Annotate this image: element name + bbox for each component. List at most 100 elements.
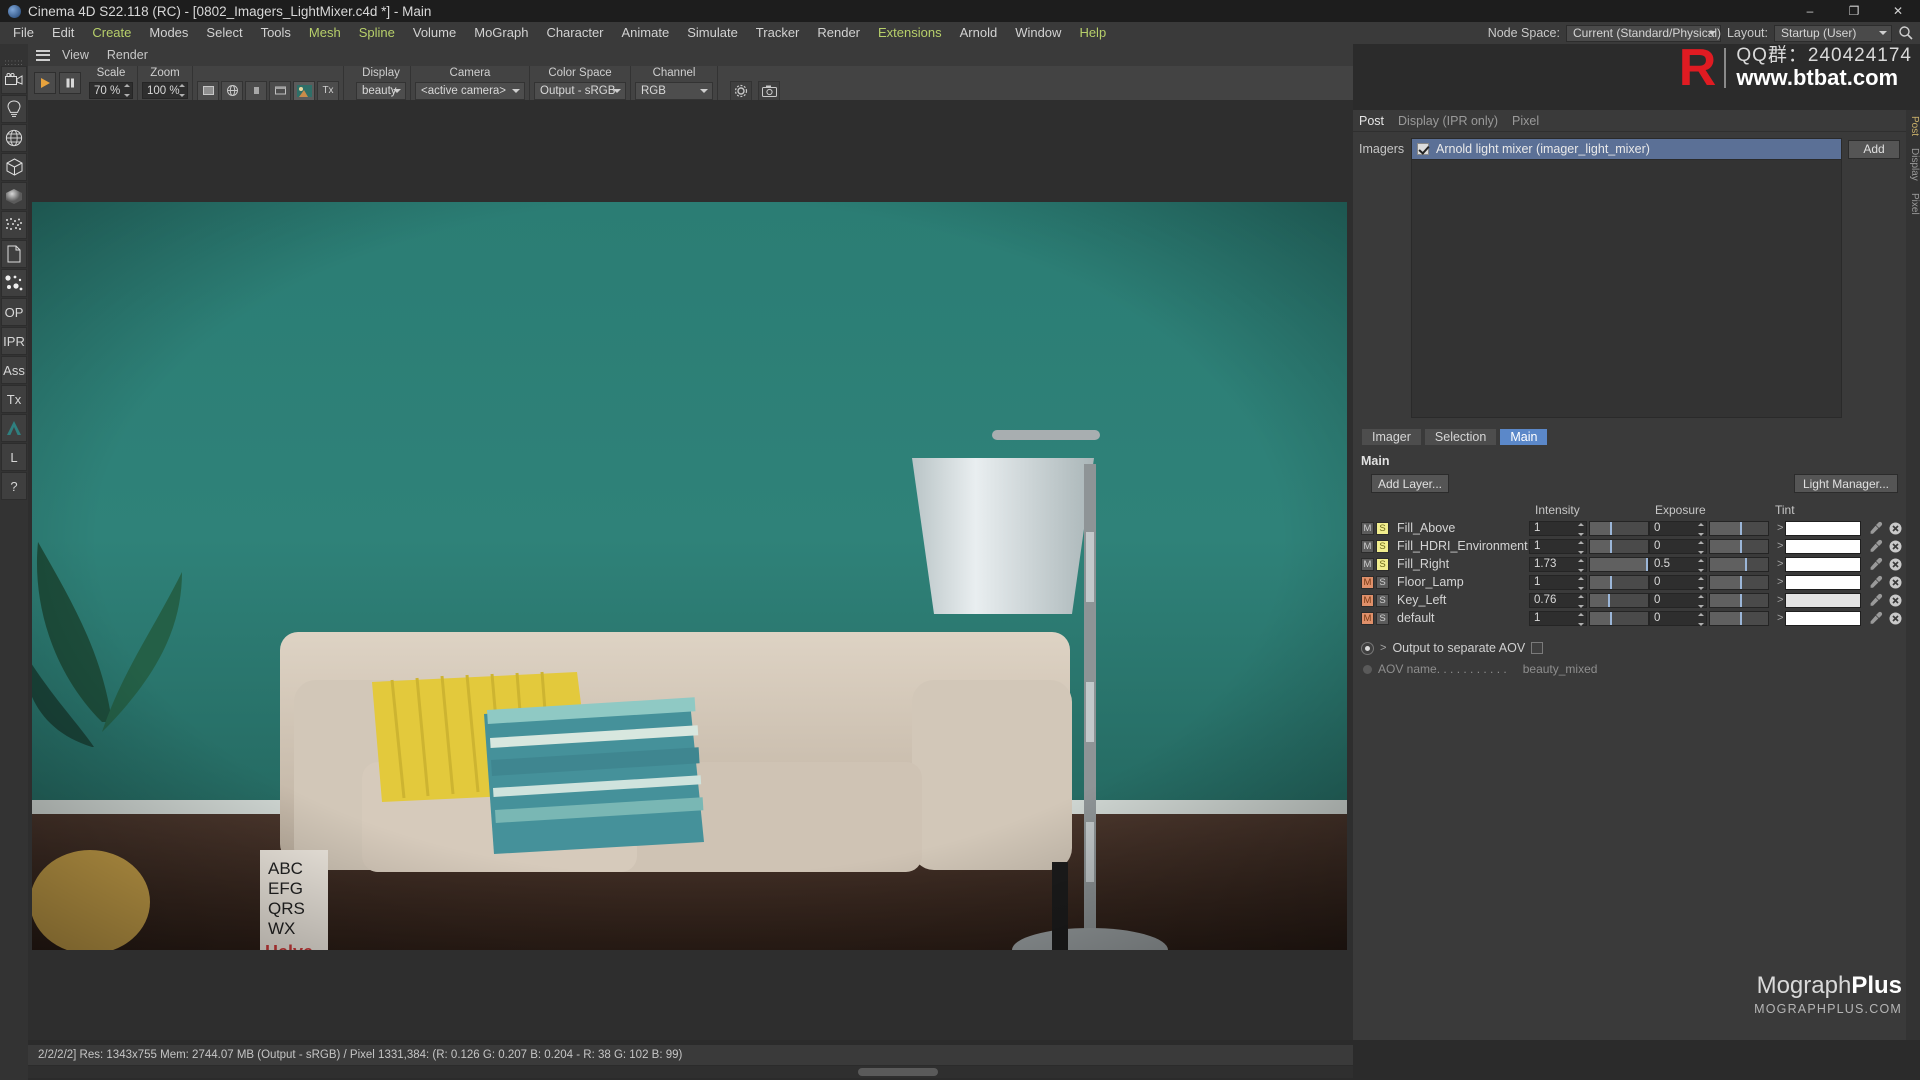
- menu-item-animate[interactable]: Animate: [613, 22, 679, 44]
- start-ipr-button[interactable]: [34, 72, 56, 94]
- exposure-input-stepper[interactable]: [1698, 558, 1704, 572]
- channel-dropdown[interactable]: RGB: [635, 81, 713, 100]
- intensity-input[interactable]: 1: [1529, 520, 1587, 536]
- remove-layer-icon[interactable]: [1889, 540, 1902, 553]
- menu-item-arnold[interactable]: Arnold: [951, 22, 1007, 44]
- imager-list-item[interactable]: Arnold light mixer (imager_light_mixer): [1412, 139, 1841, 159]
- aov-name-value[interactable]: beauty_mixed: [1523, 662, 1598, 676]
- light-manager-button[interactable]: Light Manager...: [1793, 474, 1898, 493]
- exposure-input[interactable]: 0: [1649, 520, 1707, 536]
- exposure-input[interactable]: 0: [1649, 592, 1707, 608]
- exposure-slider[interactable]: [1709, 538, 1769, 554]
- menu-item-tools[interactable]: Tools: [252, 22, 300, 44]
- op-button[interactable]: OP: [1, 298, 27, 326]
- intensity-slider[interactable]: [1589, 574, 1649, 590]
- ass-button[interactable]: Ass: [1, 356, 27, 384]
- light-mixer-row[interactable]: M S Key_Left 0.76 0 >: [1361, 591, 1906, 609]
- exposure-slider-handle[interactable]: [1740, 611, 1742, 625]
- post-tab-pixel[interactable]: Pixel: [1512, 114, 1539, 128]
- intensity-input-stepper[interactable]: [1578, 540, 1584, 554]
- intensity-input-stepper[interactable]: [1578, 522, 1584, 536]
- close-button[interactable]: ✕: [1876, 0, 1920, 22]
- camera-icon[interactable]: [1, 66, 27, 94]
- mute-toggle[interactable]: M: [1361, 593, 1374, 607]
- menu-item-simulate[interactable]: Simulate: [678, 22, 747, 44]
- shaded-sphere-icon[interactable]: [1, 182, 27, 210]
- remove-layer-icon[interactable]: [1889, 522, 1902, 535]
- exposure-slider[interactable]: [1709, 610, 1769, 626]
- intensity-slider-handle[interactable]: [1608, 593, 1610, 607]
- exposure-input-stepper[interactable]: [1698, 612, 1704, 626]
- intensity-slider-handle[interactable]: [1610, 521, 1613, 535]
- menu-item-window[interactable]: Window: [1006, 22, 1070, 44]
- remove-layer-icon[interactable]: [1889, 576, 1902, 589]
- page-icon[interactable]: [1, 240, 27, 268]
- remove-layer-icon[interactable]: [1889, 594, 1902, 607]
- imagers-list-body[interactable]: [1411, 160, 1842, 418]
- add-imager-button[interactable]: Add: [1848, 139, 1900, 159]
- light-mixer-row[interactable]: M S Fill_Above 1 0 >: [1361, 519, 1906, 537]
- exposure-slider[interactable]: [1709, 556, 1769, 572]
- sub-tab-imager[interactable]: Imager: [1361, 428, 1422, 446]
- intensity-slider[interactable]: [1589, 610, 1649, 626]
- exposure-input[interactable]: 0: [1649, 538, 1707, 554]
- tint-expand-chevron-icon[interactable]: >: [1777, 612, 1783, 624]
- solo-toggle[interactable]: S: [1376, 593, 1389, 607]
- ipr-render-view[interactable]: ABC EFG QRS WX Helve 如果单击落地灯的独显按钮 这样它就处于…: [28, 100, 1353, 1040]
- intensity-input[interactable]: 1: [1529, 538, 1587, 554]
- intensity-slider-handle[interactable]: [1610, 575, 1613, 589]
- tint-color-swatch[interactable]: [1785, 520, 1861, 536]
- exposure-input-stepper[interactable]: [1698, 522, 1704, 536]
- eyedropper-icon[interactable]: [1869, 521, 1883, 535]
- remove-layer-icon[interactable]: [1889, 612, 1902, 625]
- menu-item-create[interactable]: Create: [83, 22, 140, 44]
- wireframe-cube-icon[interactable]: [1, 153, 27, 181]
- region-icon[interactable]: [197, 80, 219, 101]
- license-button[interactable]: L: [1, 443, 27, 471]
- menu-item-help[interactable]: Help: [1070, 22, 1115, 44]
- exposure-slider[interactable]: [1709, 520, 1769, 536]
- solo-toggle[interactable]: S: [1376, 611, 1389, 625]
- solo-toggle[interactable]: S: [1376, 521, 1389, 535]
- eyedropper-icon[interactable]: [1869, 557, 1883, 571]
- light-mixer-row[interactable]: M S Floor_Lamp 1 0 >: [1361, 573, 1906, 591]
- intensity-input[interactable]: 1: [1529, 610, 1587, 626]
- menu-item-mesh[interactable]: Mesh: [300, 22, 350, 44]
- aov-output-radio[interactable]: [1361, 641, 1374, 655]
- menu-item-edit[interactable]: Edit: [43, 22, 83, 44]
- light-mixer-row[interactable]: M Sdefault 1 0 >: [1361, 609, 1906, 627]
- layout-dropdown[interactable]: Startup (User): [1774, 24, 1892, 42]
- intensity-slider[interactable]: [1589, 592, 1649, 608]
- tint-expand-chevron-icon[interactable]: >: [1777, 522, 1783, 534]
- tint-color-swatch[interactable]: [1785, 610, 1861, 626]
- intensity-input-stepper[interactable]: [1578, 576, 1584, 590]
- scale-input[interactable]: 70 %: [89, 82, 133, 99]
- tint-expand-chevron-icon[interactable]: >: [1777, 594, 1783, 606]
- menu-item-extensions[interactable]: Extensions: [869, 22, 951, 44]
- vertical-tab-display[interactable]: Display: [1906, 142, 1920, 187]
- menu-item-mograph[interactable]: MoGraph: [465, 22, 537, 44]
- minimize-button[interactable]: –: [1788, 0, 1832, 22]
- intensity-slider-handle[interactable]: [1610, 611, 1613, 625]
- eyedropper-icon[interactable]: [1869, 575, 1883, 589]
- display-dropdown[interactable]: beauty: [356, 81, 406, 100]
- zoom-stepper[interactable]: [179, 84, 185, 97]
- add-layer-button[interactable]: Add Layer...: [1371, 474, 1449, 493]
- dots-icon[interactable]: [1, 269, 27, 297]
- menu-item-spline[interactable]: Spline: [350, 22, 404, 44]
- ipr-menu-view[interactable]: View: [62, 48, 89, 62]
- exposure-slider-handle[interactable]: [1740, 575, 1742, 589]
- search-icon[interactable]: [1898, 25, 1914, 41]
- solo-toggle[interactable]: S: [1376, 575, 1389, 589]
- tx-icon[interactable]: Tx: [317, 80, 339, 101]
- intensity-input[interactable]: 1: [1529, 574, 1587, 590]
- exposure-input[interactable]: 0.5: [1649, 556, 1707, 572]
- ipr-menu-render[interactable]: Render: [107, 48, 148, 62]
- mute-toggle[interactable]: M: [1361, 557, 1374, 571]
- intensity-slider[interactable]: [1589, 556, 1649, 572]
- expand-chevron-icon[interactable]: >: [1380, 642, 1386, 654]
- image-preview-icon[interactable]: [293, 80, 315, 101]
- globe-icon[interactable]: [1, 124, 27, 152]
- intensity-input-stepper[interactable]: [1578, 612, 1584, 626]
- sub-tab-selection[interactable]: Selection: [1423, 428, 1498, 446]
